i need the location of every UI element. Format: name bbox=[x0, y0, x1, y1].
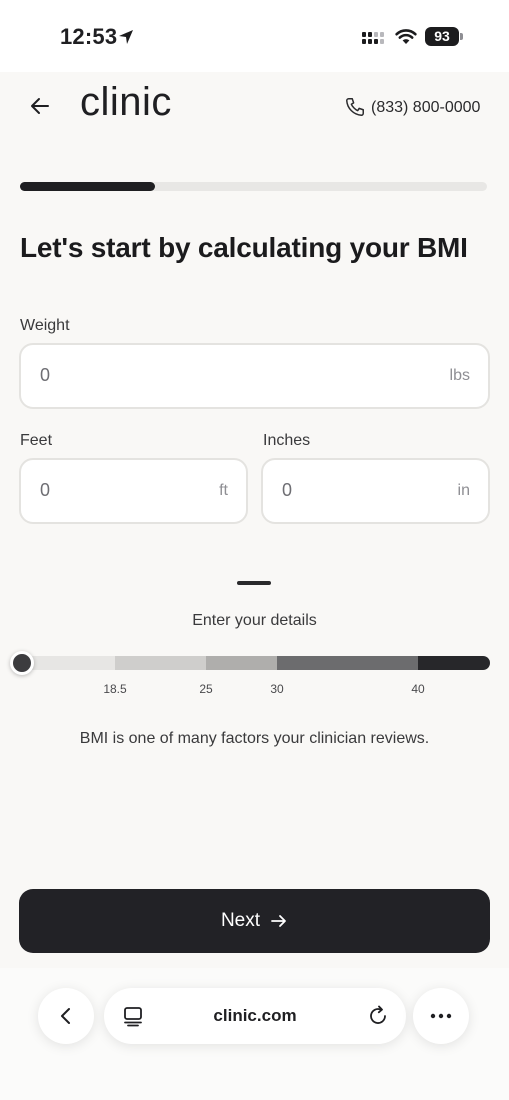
bmi-tick-label: 18.5 bbox=[103, 682, 127, 696]
bmi-disclaimer: BMI is one of many factors your clinicia… bbox=[79, 730, 430, 747]
chevron-left-icon bbox=[61, 1008, 70, 1024]
bmi-segment-severe bbox=[418, 656, 490, 670]
location-arrow-icon bbox=[119, 30, 133, 44]
browser-more-button[interactable] bbox=[413, 988, 469, 1044]
next-button[interactable]: Next bbox=[19, 889, 490, 953]
more-dots-icon bbox=[430, 1013, 452, 1019]
feet-label: Feet bbox=[20, 432, 53, 449]
next-button-label: Next bbox=[220, 910, 261, 931]
arrow-right-icon bbox=[271, 915, 286, 927]
bmi-tick-label: 30 bbox=[270, 682, 284, 696]
battery-tip bbox=[460, 33, 463, 40]
status-time: 12:53 bbox=[60, 24, 118, 49]
feet-value: 0 bbox=[40, 480, 51, 500]
bmi-segment-overweight bbox=[206, 656, 277, 670]
bmi-segment-obese bbox=[277, 656, 418, 670]
inches-label: Inches bbox=[263, 432, 311, 449]
inches-input[interactable]: 0 in bbox=[261, 458, 490, 524]
weight-value: 0 bbox=[40, 365, 51, 385]
bmi-status-text: Enter your details bbox=[192, 612, 317, 629]
bmi-indicator-knob bbox=[10, 651, 34, 675]
reload-icon[interactable] bbox=[367, 1005, 389, 1027]
bmi-segment-normal bbox=[115, 656, 206, 670]
page-title: Let's start by calculating your BMI bbox=[20, 232, 468, 263]
clinic-logo[interactable]: clinic bbox=[80, 80, 172, 125]
progress-bar bbox=[20, 182, 487, 191]
inches-unit: in bbox=[457, 482, 470, 499]
phone-number-link[interactable]: (833) 800-0000 bbox=[371, 99, 480, 117]
phone-icon[interactable] bbox=[344, 96, 366, 118]
bmi-segment-underweight bbox=[22, 656, 115, 670]
progress-fill bbox=[20, 182, 156, 191]
inches-value: 0 bbox=[282, 480, 293, 500]
status-bar: 12:53 93 bbox=[0, 0, 509, 72]
bmi-tick-label: 25 bbox=[199, 682, 213, 696]
bmi-scale-bar bbox=[22, 656, 490, 670]
bmi-tick-label: 40 bbox=[411, 682, 425, 696]
wifi-icon bbox=[395, 29, 417, 44]
weight-unit: lbs bbox=[449, 367, 470, 384]
cellular-signal-icon bbox=[362, 32, 384, 44]
battery-level: 93 bbox=[425, 27, 459, 46]
address-bar[interactable]: clinic.com bbox=[104, 988, 406, 1044]
url-text: clinic.com bbox=[213, 1006, 297, 1025]
feet-unit: ft bbox=[219, 482, 228, 499]
weight-input[interactable]: 0 lbs bbox=[19, 343, 490, 409]
bmi-result-placeholder bbox=[237, 581, 271, 585]
browser-back-button[interactable] bbox=[38, 988, 94, 1044]
weight-label: Weight bbox=[20, 317, 70, 334]
back-arrow-icon[interactable] bbox=[28, 94, 52, 118]
feet-input[interactable]: 0 ft bbox=[19, 458, 248, 524]
